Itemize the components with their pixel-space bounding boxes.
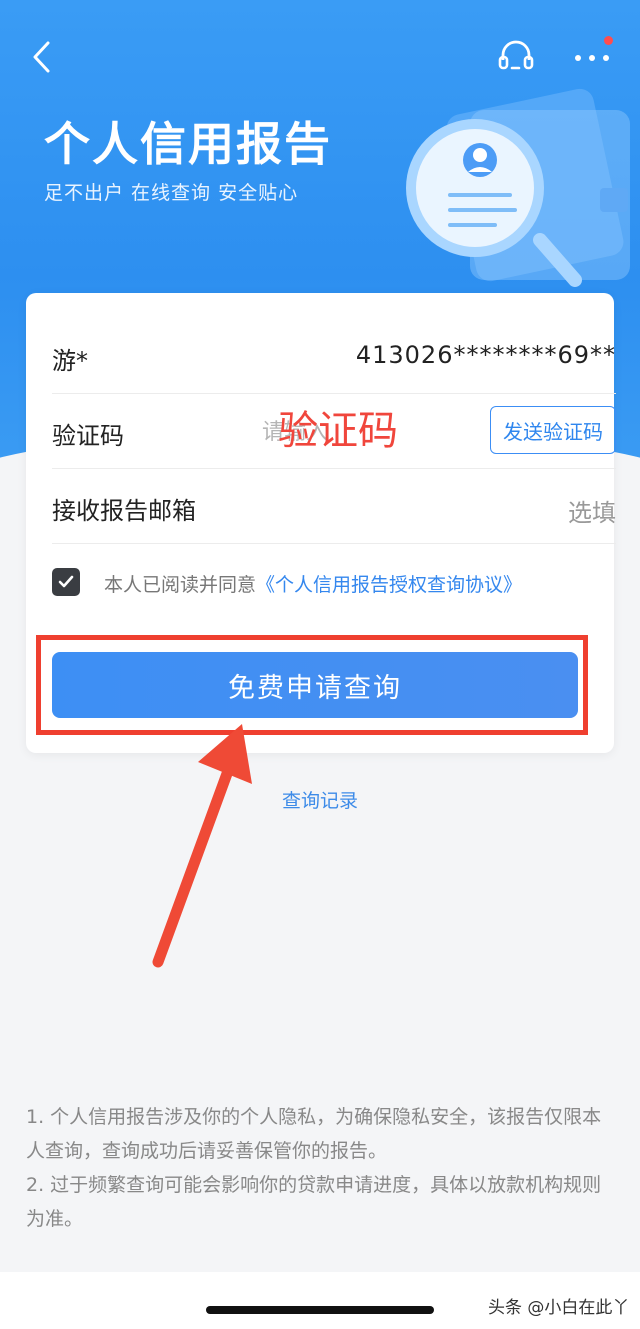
home-indicator[interactable]: [206, 1306, 434, 1314]
email-row: 接收报告邮箱 选填: [52, 469, 616, 544]
agree-checkbox[interactable]: [52, 568, 80, 596]
name-row: 游* 413026********69**: [52, 317, 616, 394]
note-item: 1. 个人信用报告涉及你的个人隐私，为确保隐私安全，该报告仅限本人查询，查询成功…: [26, 1106, 602, 1162]
id-number: 413026********69**: [355, 341, 616, 369]
page-title: 个人信用报告: [44, 117, 332, 171]
agreement-text: 本人已阅读并同意《个人信用报告授权查询协议》: [104, 570, 522, 597]
verification-code-row: 验证码 请输入 验证码 发送验证码: [52, 394, 616, 469]
notification-dot: [604, 36, 613, 45]
email-label: 接收报告邮箱: [52, 497, 196, 525]
notes-section: 1. 个人信用报告涉及你的个人隐私，为确保隐私安全，该报告仅限本人查询，查询成功…: [26, 1100, 618, 1236]
agreement-link[interactable]: 《个人信用报告授权查询协议》: [256, 574, 522, 596]
note-item: 2. 过于频繁查询可能会影响你的贷款申请进度，具体以放款机构规则为准。: [26, 1174, 602, 1230]
apply-query-button[interactable]: 免费申请查询: [52, 652, 578, 718]
annotation-arrow: [152, 724, 252, 968]
watermark: 头条 @小白在此丫: [488, 1298, 630, 1318]
credit-report-illustration: [406, 88, 630, 287]
send-code-button[interactable]: 发送验证码: [490, 406, 616, 454]
headset-icon[interactable]: [498, 40, 534, 72]
code-annotation: 验证码: [278, 408, 398, 454]
page-subtitle: 足不出户 在线查询 安全贴心: [44, 182, 299, 204]
email-input[interactable]: 选填: [568, 493, 616, 528]
agree-prefix: 本人已阅读并同意: [104, 574, 257, 596]
checkmark-icon: [58, 575, 74, 588]
name-label: 游*: [52, 347, 88, 375]
back-icon[interactable]: [30, 40, 54, 74]
code-label: 验证码: [52, 422, 124, 450]
query-history-link[interactable]: 查询记录: [0, 786, 640, 813]
